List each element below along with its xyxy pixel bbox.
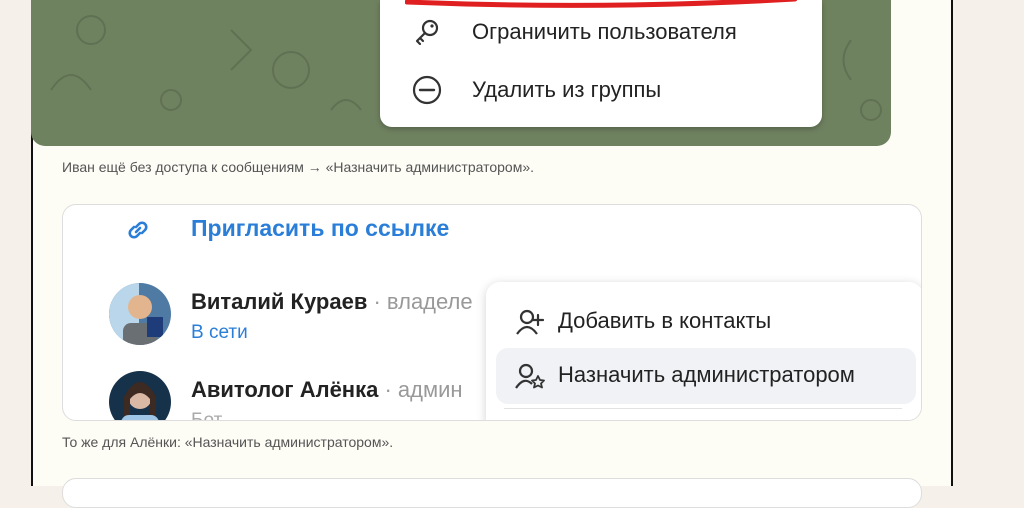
member-name: Виталий Кураев · владеле: [191, 289, 473, 314]
member-status: В сети: [191, 322, 248, 343]
make-admin-label: Назначить администратором: [558, 362, 855, 387]
remove-from-group-menu-item[interactable]: Удалить из группы: [380, 70, 822, 110]
caption-first: Иван ещё без доступа к сообщениям → «Наз…: [62, 159, 535, 175]
add-to-contacts-label: Добавить в контакты: [558, 308, 772, 333]
screenshot-admin-menu: Пригласить по ссылке Виталий Кураев · вл…: [62, 204, 922, 421]
admin-star-icon: [515, 363, 545, 389]
add-user-icon: [516, 309, 545, 335]
invite-by-link-row[interactable]: Пригласить по ссылке: [63, 205, 921, 255]
red-underline-mark: [405, 0, 797, 8]
member-role: · владеле: [367, 289, 473, 314]
invite-by-link-label: Пригласить по ссылке: [191, 215, 450, 241]
add-to-contacts-menu-item[interactable]: Добавить в контакты: [496, 294, 916, 350]
avatar: [109, 371, 171, 420]
remove-from-group-label: Удалить из группы: [472, 77, 662, 102]
member-context-menu: Добавить в контакты Назначить администра…: [486, 282, 921, 420]
member-status: Бот: [191, 410, 223, 421]
key-icon: [410, 15, 444, 49]
avatar: [109, 283, 171, 345]
minus-circle-icon: [410, 73, 444, 107]
member-role: · админ: [378, 377, 463, 402]
link-icon: [128, 221, 148, 239]
caption-second: То же для Алёнки: «Назначить администрат…: [62, 434, 394, 450]
member-context-menu: Ограничить пользователя Удалить из групп…: [380, 0, 822, 127]
screenshot-remove-menu: Ограничить пользователя Удалить из групп…: [31, 0, 891, 146]
restrict-user-menu-item[interactable]: Ограничить пользователя: [380, 12, 822, 52]
next-screenshot-panel: [62, 478, 922, 508]
restrict-user-label: Ограничить пользователя: [472, 19, 737, 44]
menu-divider: [504, 408, 902, 409]
make-admin-menu-item[interactable]: Назначить администратором: [496, 348, 916, 404]
member-name: Авитолог Алёнка · админ: [191, 377, 463, 402]
